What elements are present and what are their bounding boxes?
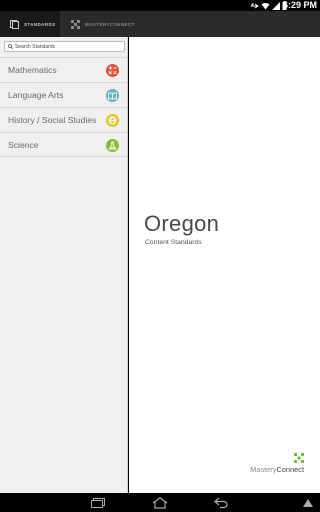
home-icon [152, 496, 168, 509]
globe-icon [106, 114, 119, 127]
clock-time: 6:29 PM [282, 0, 317, 10]
standards-icon [10, 19, 19, 29]
subject-science[interactable]: Science [0, 132, 127, 157]
search-icon [8, 44, 13, 49]
state-title: Oregon [144, 211, 220, 236]
mastery-connect-icon [71, 19, 80, 29]
mastery-connect-logo: MasteryConnect [224, 453, 304, 475]
subject-label: Mathematics [8, 65, 57, 75]
wifi-icon [261, 2, 270, 9]
status-icons [250, 1, 287, 10]
usb-icon [251, 3, 259, 8]
brand-name-part2: Connect [276, 465, 304, 474]
recent-apps-icon [91, 497, 105, 508]
subject-label: History / Social Studies [8, 115, 97, 125]
tab-bar: STANDARDS MASTERYCONNECT [0, 11, 320, 37]
main-panel: Oregon Content Standards MasteryConnect [129, 37, 320, 493]
home-button[interactable] [150, 495, 170, 510]
nav-bar [0, 493, 320, 512]
mastery-connect-logo-icon [294, 453, 304, 463]
book-icon [106, 89, 119, 102]
search-box[interactable] [4, 41, 125, 52]
subject-language-arts[interactable]: Language Arts [0, 82, 127, 107]
search-input[interactable] [15, 42, 123, 51]
tab-label: STANDARDS [24, 21, 56, 27]
recent-apps-button[interactable] [88, 495, 108, 510]
status-bar: 6:29 PM [0, 0, 320, 11]
state-subtitle: Content Standards [145, 239, 202, 246]
flask-icon [106, 139, 119, 152]
tab-masteryconnect[interactable]: MASTERYCONNECT [62, 11, 142, 37]
subject-list: Mathematics Language Arts History / Soci… [0, 57, 127, 157]
back-icon [214, 497, 228, 508]
brand-name-part1: Mastery [250, 465, 277, 474]
menu-button[interactable] [300, 495, 316, 510]
tab-standards[interactable]: STANDARDS [0, 11, 60, 37]
subject-mathematics[interactable]: Mathematics [0, 57, 127, 82]
subject-label: Language Arts [8, 90, 64, 100]
signal-icon [272, 1, 280, 10]
subject-history-social-studies[interactable]: History / Social Studies [0, 107, 127, 132]
menu-icon [303, 498, 313, 507]
subject-label: Science [8, 139, 39, 150]
brand-name: MasteryConnect [250, 465, 304, 474]
back-button[interactable] [212, 495, 232, 510]
math-symbols-icon [106, 64, 119, 77]
sidebar: Mathematics Language Arts History / So [0, 37, 128, 493]
tab-label: MASTERYCONNECT [85, 21, 135, 27]
